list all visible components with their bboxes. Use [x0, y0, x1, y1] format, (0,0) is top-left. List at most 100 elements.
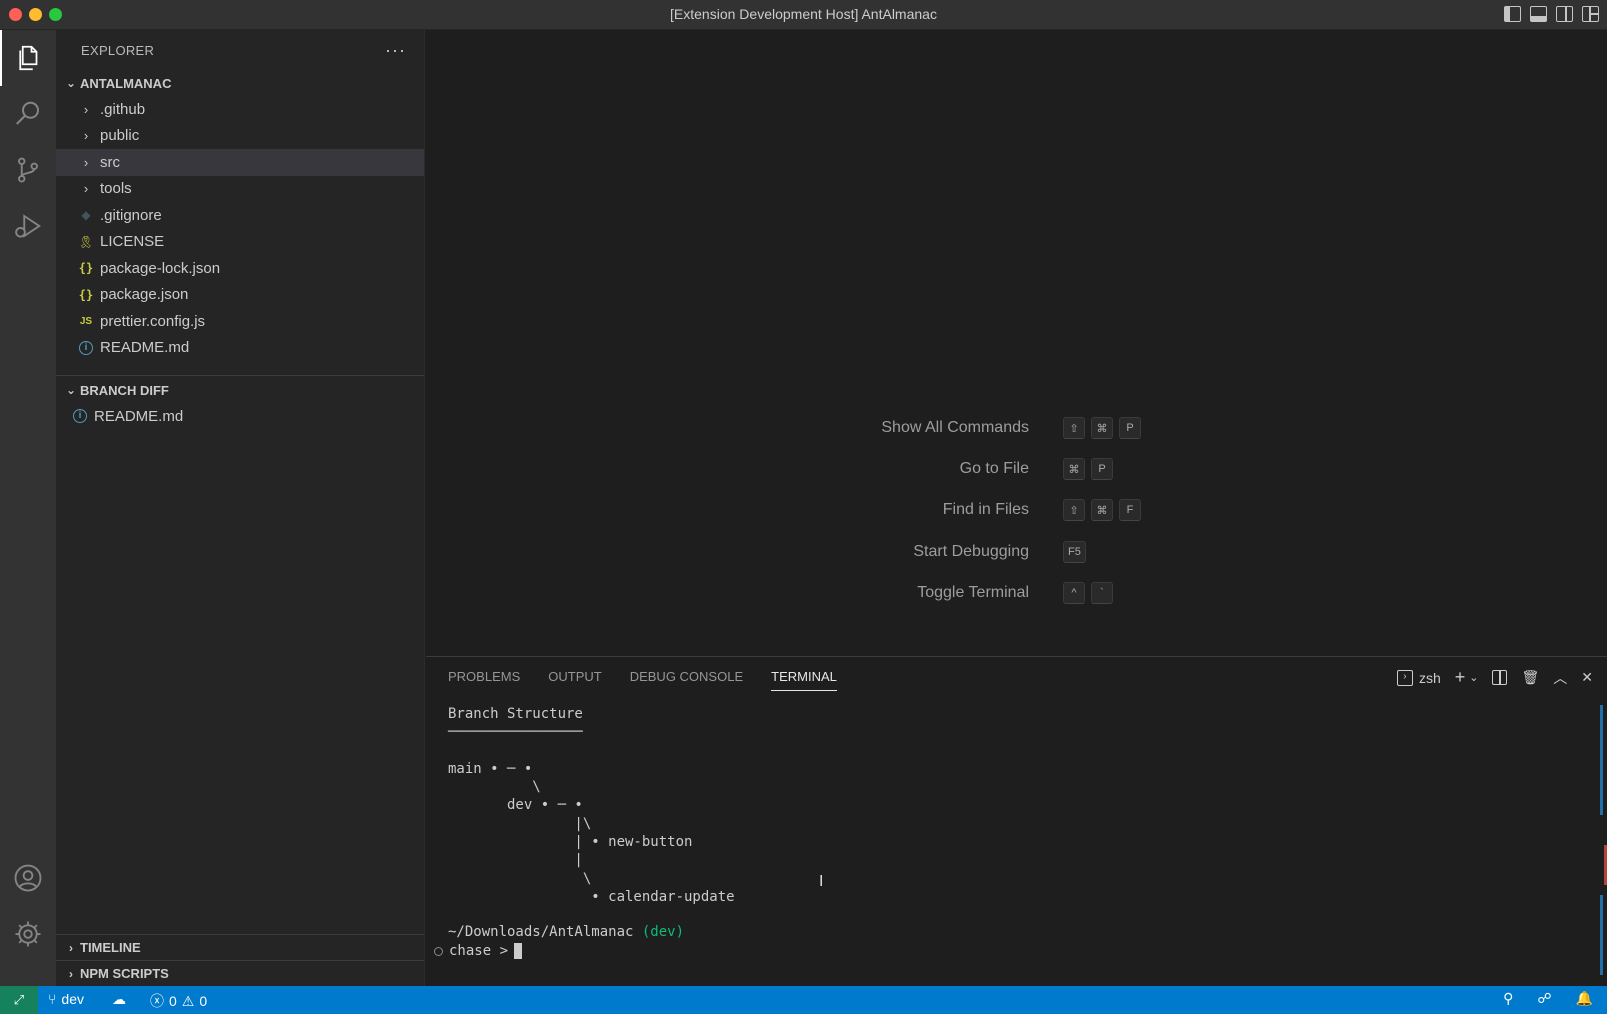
- file-item[interactable]: {} package-lock.json: [56, 255, 424, 282]
- json-icon: {}: [78, 261, 94, 276]
- chevron-right-icon: ›: [69, 940, 73, 955]
- feedback-icon[interactable]: ☍: [1537, 990, 1551, 1007]
- branch-diff-item[interactable]: i README.md: [56, 403, 424, 430]
- tab-output[interactable]: OUTPUT: [548, 669, 601, 691]
- terminal-line: dev • ─ •: [448, 797, 583, 814]
- branch-diff-section-header[interactable]: ⌄ BRANCH DIFF: [56, 377, 424, 403]
- toggle-panel-icon[interactable]: [1530, 6, 1547, 22]
- explorer-title: EXPLORER: [81, 42, 155, 58]
- maximize-panel-icon[interactable]: ︿: [1553, 668, 1567, 688]
- tree-item-label: public: [100, 127, 140, 145]
- terminal-line: ────────────────: [448, 724, 583, 741]
- watermark-command: Show All Commands ⇧ ⌘ P: [426, 416, 1607, 442]
- terminal-branch: (dev): [641, 924, 685, 940]
- key-cap: ⇧: [1063, 499, 1085, 521]
- status-bar: ⤢ ⑂ dev ☁ ⓧ 0 ⚠ 0 ⚲ ☍ 🔔: [0, 986, 1607, 1014]
- timeline-title: TIMELINE: [80, 940, 141, 955]
- tree-item-label: package-lock.json: [100, 259, 221, 277]
- git-commit-icon[interactable]: ⚲: [1503, 990, 1513, 1007]
- branch-indicator[interactable]: ⑂ dev: [48, 991, 84, 1007]
- key-cap: F5: [1063, 541, 1086, 563]
- terminal-line: \: [448, 779, 541, 796]
- tree-item-label: prettier.config.js: [100, 312, 206, 330]
- chevron-down-icon[interactable]: ⌄: [1469, 671, 1478, 684]
- source-control-icon[interactable]: [0, 142, 56, 198]
- watermark-command: Find in Files ⇧ ⌘ F: [426, 498, 1607, 524]
- explorer-icon[interactable]: [0, 30, 56, 86]
- timeline-section-header[interactable]: › TIMELINE: [56, 934, 424, 960]
- folder-item[interactable]: › .github: [56, 96, 424, 123]
- chevron-right-icon: ›: [83, 181, 89, 197]
- status-bar-right: ⚲ ☍ 🔔: [1503, 990, 1593, 1007]
- file-item[interactable]: i README.md: [56, 335, 424, 362]
- terminal-cwd-line: ~/Downloads/AntAlmanac (dev): [448, 923, 684, 941]
- explorer-header: EXPLORER ···: [56, 30, 424, 70]
- collapsed-sections: › TIMELINE › NPM SCRIPTS: [56, 934, 424, 986]
- license-icon: 🎗: [78, 234, 94, 249]
- watermark-command: Start Debugging F5: [426, 540, 1607, 566]
- npm-scripts-title: NPM SCRIPTS: [80, 966, 169, 981]
- terminal-line: | • new-button: [448, 834, 693, 851]
- new-terminal-icon[interactable]: +: [1455, 667, 1466, 688]
- terminal-scrollbar[interactable]: [1595, 705, 1607, 977]
- tab-debug-console[interactable]: DEBUG CONSOLE: [630, 669, 743, 691]
- notifications-bell-icon[interactable]: 🔔: [1576, 990, 1593, 1007]
- accounts-icon[interactable]: [0, 850, 56, 906]
- warning-icon: ⚠: [181, 992, 195, 1009]
- command-label: Show All Commands: [881, 419, 1029, 436]
- customize-layout-icon[interactable]: [1582, 6, 1599, 22]
- key-cap: ⌘: [1091, 499, 1113, 521]
- terminal-line: Branch Structure: [448, 706, 583, 722]
- terminal-output[interactable]: Branch Structure ──────────────── main • ─…: [448, 705, 735, 906]
- toggle-secondary-sidebar-icon[interactable]: [1556, 6, 1573, 22]
- json-icon: {}: [78, 287, 94, 302]
- tab-problems[interactable]: PROBLEMS: [448, 669, 520, 691]
- tab-terminal[interactable]: TERMINAL: [771, 669, 837, 691]
- folder-item[interactable]: › src: [56, 149, 424, 176]
- command-decoration-icon: [434, 946, 443, 956]
- folder-item[interactable]: › tools: [56, 176, 424, 203]
- remote-indicator-icon[interactable]: ⤢: [0, 986, 38, 1014]
- run-and-debug-icon[interactable]: [0, 198, 56, 254]
- trash-icon[interactable]: 🗑: [1521, 669, 1539, 686]
- npm-scripts-section-header[interactable]: › NPM SCRIPTS: [56, 960, 424, 986]
- workspace-section-header[interactable]: ⌄ ANTALMANAC: [56, 70, 424, 96]
- settings-gear-icon[interactable]: [0, 906, 56, 962]
- file-item[interactable]: ◆ .gitignore: [56, 202, 424, 229]
- file-item[interactable]: 🎗 LICENSE: [56, 229, 424, 256]
- terminal-line: main • ─ •: [448, 760, 533, 777]
- terminal-line: \: [448, 870, 592, 887]
- split-terminal-icon[interactable]: [1492, 670, 1508, 685]
- git-branch-icon: ⑂: [48, 991, 57, 1007]
- panel-actions: › zsh + ⌄ 🗑 ︿ ✕: [1396, 667, 1593, 688]
- error-count: 0: [169, 993, 177, 1009]
- keybinding: ⇧ ⌘ P: [1063, 417, 1141, 439]
- file-item[interactable]: {} package.json: [56, 282, 424, 309]
- file-item[interactable]: JS prettier.config.js: [56, 308, 424, 335]
- close-panel-icon[interactable]: ✕: [1581, 669, 1593, 686]
- problems-indicator[interactable]: ⓧ 0 ⚠ 0: [150, 991, 207, 1011]
- branch-name: dev: [61, 991, 84, 1007]
- terminal-prompt: chase >: [449, 943, 509, 959]
- command-label: Toggle Terminal: [917, 584, 1029, 601]
- git-icon: ◆: [81, 208, 91, 223]
- watermark-command: Go to File ⌘ P: [426, 457, 1607, 483]
- keybinding: ⌘ P: [1063, 458, 1113, 480]
- terminal-line: • calendar-update: [448, 888, 735, 905]
- search-icon[interactable]: [0, 86, 56, 142]
- text-cursor-icon: I: [819, 873, 824, 890]
- tree-item-label: README.md: [100, 339, 190, 357]
- terminal-prompt-line[interactable]: chase >: [434, 943, 523, 959]
- panel-tabs: PROBLEMS OUTPUT DEBUG CONSOLE TERMINAL: [448, 669, 837, 691]
- layout-controls: [1504, 6, 1599, 22]
- watermark-command: Toggle Terminal ^ `: [426, 581, 1607, 607]
- tree-item-label: tools: [100, 180, 132, 198]
- command-label: Go to File: [959, 460, 1029, 477]
- terminal-shell-selector[interactable]: › zsh: [1396, 669, 1441, 686]
- info-icon: i: [73, 409, 87, 424]
- more-actions-icon[interactable]: ···: [385, 40, 406, 61]
- folder-item[interactable]: › public: [56, 123, 424, 150]
- sync-indicator[interactable]: ☁: [112, 991, 126, 1008]
- toggle-primary-sidebar-icon[interactable]: [1504, 6, 1521, 22]
